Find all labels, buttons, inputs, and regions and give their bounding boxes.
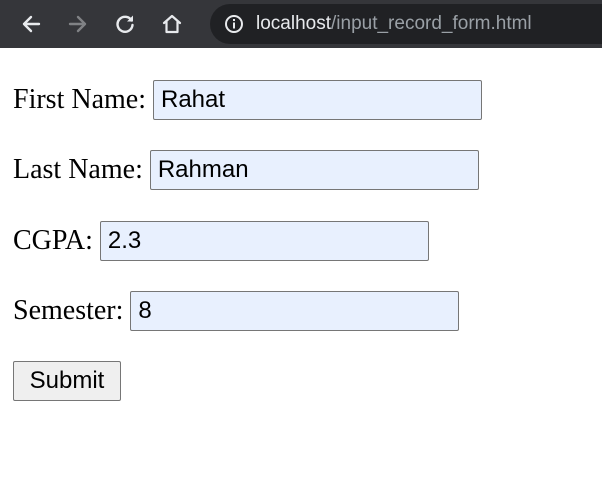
reload-button[interactable] (101, 0, 149, 48)
forward-arrow-icon (68, 15, 87, 33)
url-path: /input_record_form.html (331, 13, 532, 34)
home-icon (162, 14, 182, 34)
page-content: First Name: Last Name: CGPA: Semester: S… (0, 48, 602, 484)
cgpa-input[interactable] (99, 221, 429, 261)
info-icon[interactable] (224, 14, 244, 34)
last-name-label: Last Name: (13, 154, 143, 185)
back-button[interactable] (7, 0, 55, 48)
home-button[interactable] (148, 0, 196, 48)
semester-label: Semester: (13, 295, 124, 326)
browser-toolbar: localhost/input_record_form.html (0, 0, 602, 48)
back-arrow-icon (22, 15, 41, 33)
reload-icon (116, 15, 134, 33)
submit-button[interactable]: Submit (13, 361, 121, 401)
forward-button[interactable] (54, 0, 102, 48)
address-bar[interactable]: localhost/input_record_form.html (210, 4, 602, 44)
first-name-input[interactable] (153, 80, 482, 120)
cgpa-label: CGPA: (13, 225, 93, 256)
semester-row: Semester: (13, 291, 460, 331)
first-name-label: First Name: (13, 84, 146, 115)
semester-input[interactable] (130, 291, 460, 331)
last-name-input[interactable] (149, 150, 479, 190)
first-name-row: First Name: (13, 80, 482, 120)
url-host: localhost (256, 13, 331, 34)
last-name-row: Last Name: (13, 150, 479, 190)
cgpa-row: CGPA: (13, 221, 429, 261)
